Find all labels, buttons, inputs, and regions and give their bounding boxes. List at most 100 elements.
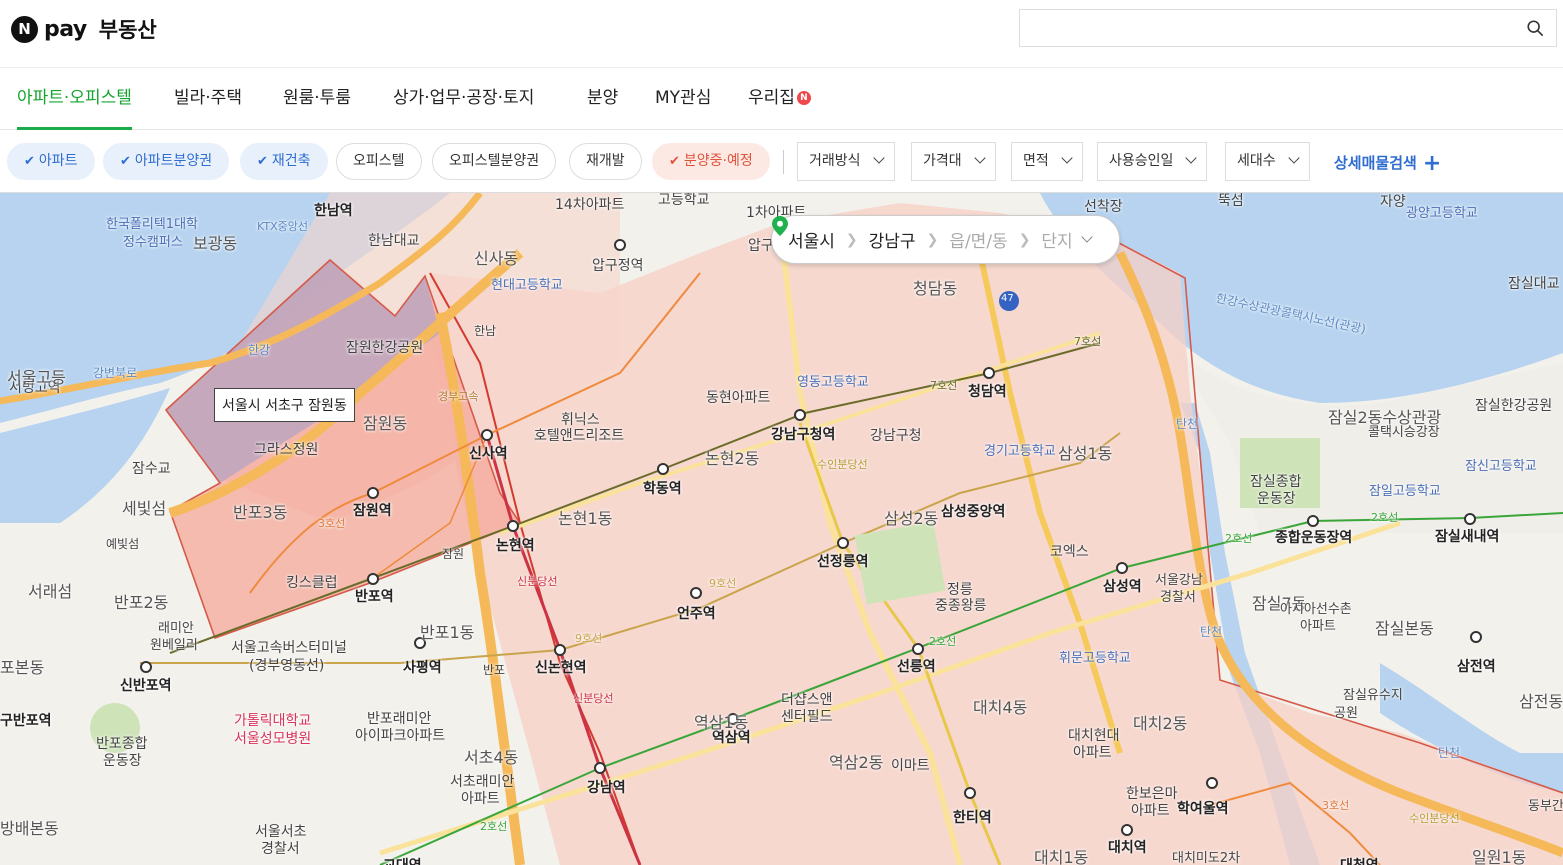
label-daecheong-st[interactable]: 대청역 [1340, 855, 1379, 865]
tab-my-home[interactable]: 우리집 N [748, 68, 811, 130]
tab-villa-house[interactable]: 빌라·주택 [174, 68, 242, 130]
label-seonjeongneung-st[interactable]: 선정릉역 [817, 551, 869, 571]
label-sinsa-st[interactable]: 신사역 [469, 443, 508, 463]
map-canvas[interactable]: 47 한남역 한국폴리텍1대학 정수캠퍼스 보광동 한남대교 신사동 현대고등학… [0, 193, 1563, 865]
chip-label: 오피스텔 [353, 153, 405, 169]
filter-chip-officetel[interactable]: 오피스텔 [336, 143, 422, 180]
label-seolleung-st[interactable]: 선릉역 [897, 656, 936, 676]
tab-presale[interactable]: 분양 [587, 68, 618, 130]
label-daechi-misc: 대치미도2차 [1172, 851, 1241, 865]
label-hakyeoul-st[interactable]: 학여울역 [1177, 798, 1229, 818]
label-line9: 9호선 [709, 577, 737, 590]
filter-chip-redevelopment[interactable]: 재개발 [569, 143, 642, 180]
search-input[interactable] [1019, 9, 1557, 47]
filter-chip-presale-upcoming[interactable]: ✔ 분양중·예정 [652, 143, 770, 180]
category-tabs: 아파트·오피스텔 빌라·주택 원룸·투룸 상가·업무·공장·토지 분양 MY관심… [0, 68, 1563, 130]
tab-commercial[interactable]: 상가·업무·공장·토지 [393, 68, 534, 130]
label-yusu2: 공원 [1334, 706, 1358, 721]
label-samseong-st[interactable]: 삼성역 [1103, 576, 1142, 596]
label-sinbanpo-st[interactable]: 신반포역 [120, 675, 172, 695]
dropdown-area[interactable]: 면적 [1011, 142, 1083, 181]
search-icon[interactable] [1526, 19, 1544, 37]
breadcrumb-city[interactable]: 서울시 [788, 227, 835, 252]
label-seocho-raemian2: 아파트 [461, 791, 500, 807]
dropdown-label: 사용승인일 [1109, 153, 1174, 169]
label-ic-jamwon: 잠원 [442, 547, 465, 561]
label-sinsa-dong: 신사동 [474, 249, 519, 268]
route-47-label: 47 [1001, 293, 1014, 304]
label-gyeonggi-hs: 경기고등학교 [984, 444, 1056, 459]
tab-my-interest[interactable]: MY관심 [655, 68, 711, 130]
chevron-down-icon [973, 152, 986, 164]
label-ktx: KTX중앙선 [257, 220, 308, 233]
label-jamsil-saenae[interactable]: 잠실새내역 [1435, 526, 1499, 546]
label-grace: 그라스정원 [254, 442, 319, 458]
dropdown-trade-type[interactable]: 거래방식 [797, 142, 895, 181]
label-hanti-st[interactable]: 한티역 [953, 807, 992, 827]
label-jamsil-bridge: 잠실대교 [1508, 276, 1560, 292]
label-gangnamgu-office-st[interactable]: 강남구청역 [771, 424, 835, 444]
location-breadcrumb[interactable]: 서울시 ❯ 강남구 ❯ 읍/면/동 ❯ 단지 [771, 215, 1120, 264]
filter-chip-officetel-presale-right[interactable]: 오피스텔분양권 [432, 143, 557, 180]
label-sapyeong-st[interactable]: 사평역 [403, 657, 442, 677]
label-jamwon-park: 잠원한강공원 [346, 340, 424, 356]
check-icon: ✔ [257, 154, 268, 169]
dropdown-approval-date[interactable]: 사용승인일 [1097, 142, 1208, 181]
breadcrumb-complex[interactable]: 단지 [1041, 227, 1072, 252]
label-apgujeong-st[interactable]: 압구정역 [592, 255, 644, 275]
label-youngdong-hs: 영동고등학교 [797, 375, 869, 390]
label-samjeon-st[interactable]: 삼전역 [1457, 656, 1496, 676]
detail-search-button[interactable]: 상세매물검색 + [1334, 130, 1441, 193]
chip-label: 아파트분양권 [134, 153, 213, 169]
location-pin-icon [772, 216, 788, 236]
label-express: 서울고속버스터미널 [231, 640, 347, 656]
label-samseong-jungang[interactable]: 삼성중앙역 [941, 501, 1005, 521]
tab-label: 빌라·주택 [174, 88, 242, 108]
label-eonju-st[interactable]: 언주역 [677, 603, 716, 623]
label-samjeon: 삼전동 [1519, 692, 1563, 711]
chevron-down-icon [1061, 152, 1073, 164]
label-line2c: 2호선 [1371, 511, 1399, 524]
label-pobon: 포본동 [0, 658, 45, 677]
label-police2: 경찰서 [1160, 590, 1196, 605]
dropdown-households[interactable]: 세대수 [1225, 142, 1310, 181]
npay-logo[interactable]: N pay 부동산 [11, 14, 157, 44]
check-icon: ✔ [24, 154, 35, 169]
label-gubanpo-st[interactable]: 구반포역 [0, 710, 52, 730]
label-nonhyeon2: 논현2동 [705, 449, 760, 468]
label-hanbo2: 아파트 [1131, 803, 1170, 819]
label-cheongdam-st[interactable]: 청담역 [968, 381, 1007, 401]
label-daechi-st[interactable]: 대치역 [1108, 837, 1147, 857]
filter-chip-reconstruction[interactable]: ✔ 재건축 [240, 143, 328, 180]
label-sinnonhyeon-st[interactable]: 신논현역 [535, 657, 587, 677]
label-gangnamgu-office: 강남구청 [870, 428, 922, 444]
label-seoraeseom: 서래섬 [28, 582, 73, 601]
dropdown-label: 가격대 [923, 153, 962, 169]
label-hakdong-st[interactable]: 학동역 [643, 478, 682, 498]
label-line9b: 9호선 [575, 632, 603, 645]
chevron-down-icon[interactable] [1081, 230, 1093, 243]
label-jamwon-st[interactable]: 잠원역 [353, 500, 392, 520]
breadcrumb-district[interactable]: 강남구 [869, 227, 916, 252]
label-banpo-st[interactable]: 반포역 [355, 586, 394, 606]
label-hwimun-hs: 휘문고등학교 [1059, 651, 1131, 666]
label-dh-apt: 동현아파트 [706, 390, 771, 406]
dropdown-price[interactable]: 가격대 [911, 142, 996, 181]
label-gyodae-st[interactable]: 교대역 [383, 855, 422, 865]
label-nonhyeon-st[interactable]: 논현역 [496, 535, 535, 555]
label-line2d: 2호선 [480, 820, 508, 833]
label-seoyeon: 서울고등 [7, 368, 66, 387]
label-gangnam-st[interactable]: 강남역 [587, 777, 626, 797]
tab-oneroom[interactable]: 원룸·투룸 [283, 68, 351, 130]
label-hannam-station[interactable]: 한남역 [314, 200, 353, 220]
filter-chip-apartment[interactable]: ✔ 아파트 [7, 143, 95, 180]
breadcrumb-dong[interactable]: 읍/면/동 [949, 227, 1007, 252]
logo-pay-text: pay [44, 16, 87, 42]
label-jungjong: 중종왕릉 [935, 598, 987, 614]
tab-apartment-officetel[interactable]: 아파트·오피스텔 [17, 68, 132, 130]
label-sports-st[interactable]: 종합운동장역 [1275, 527, 1352, 547]
filter-chip-apartment-presale-right[interactable]: ✔ 아파트분양권 [103, 143, 230, 180]
label-catholic2: 서울성모병원 [234, 731, 312, 747]
label-gyeongbu: 경부고속 [438, 390, 479, 403]
dropdown-label: 면적 [1023, 153, 1049, 169]
